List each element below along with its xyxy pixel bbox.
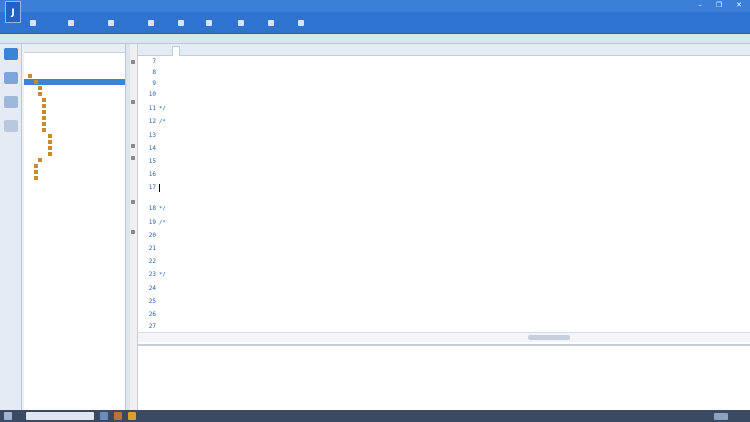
code-line: 11 */ — [148, 105, 166, 112]
debug-icon — [178, 20, 184, 26]
folder-icon — [34, 80, 38, 84]
code-line: 7 — [152, 58, 156, 65]
folder-icon — [28, 74, 32, 78]
secondary-toolbar — [0, 34, 750, 44]
title-bar: – ❐ ✕ — [0, 0, 750, 12]
folder-icon — [38, 86, 42, 90]
text-cursor — [159, 183, 160, 192]
code-line: 13 — [148, 132, 156, 139]
toolbar-open-button[interactable] — [68, 18, 76, 28]
app-logo-icon[interactable]: J — [5, 1, 21, 23]
code-line: 22 — [148, 258, 156, 265]
folder-icon — [38, 158, 42, 162]
left-tool-rail — [0, 44, 22, 410]
project-panel — [24, 44, 126, 410]
tools-icon — [238, 20, 244, 26]
code-line: 17 — [138, 183, 750, 193]
os-taskbar — [0, 410, 750, 422]
folder-icon — [38, 92, 42, 96]
taskbar-app-icon[interactable] — [114, 412, 122, 420]
toolbar-run-button[interactable] — [148, 18, 156, 28]
folder-icon — [42, 116, 46, 120]
console-panel — [137, 344, 750, 410]
code-editor[interactable]: 7 8 9 10 11 */ 12/* 13 14 15 16 17 18 */ 1… — [137, 44, 750, 344]
save-icon — [108, 20, 114, 26]
code-line: 24 — [148, 285, 156, 292]
toolbar-build-button[interactable] — [206, 18, 214, 28]
toolbar-help-button[interactable] — [298, 18, 306, 28]
file-icon — [48, 152, 52, 156]
folder-icon — [42, 110, 46, 114]
favorites-icon[interactable] — [4, 96, 18, 108]
folder-icon — [42, 128, 46, 132]
code-line: 20 — [148, 232, 156, 239]
panel-splitter[interactable] — [126, 44, 130, 410]
toolbar-tools-button[interactable] — [238, 18, 246, 28]
horizontal-scrollbar[interactable] — [138, 332, 750, 342]
taskbar-app-icon[interactable] — [100, 412, 108, 420]
code-line: 19/* — [148, 219, 166, 226]
project-panel-header — [24, 44, 125, 53]
folder-icon — [34, 176, 38, 180]
file-icon — [48, 134, 52, 138]
folder-icon — [34, 170, 38, 174]
code-line: 21 — [148, 245, 156, 252]
code-line: 26 — [148, 311, 156, 318]
folder-icon — [42, 122, 46, 126]
code-line: 27 — [148, 323, 156, 330]
close-button[interactable]: ✕ — [736, 1, 742, 9]
scrollbar-thumb[interactable] — [528, 335, 570, 340]
editor-tab[interactable] — [142, 46, 148, 56]
help-icon — [298, 20, 304, 26]
folder-icon — [42, 98, 46, 102]
code-line: 12/* — [148, 118, 166, 125]
code-line: 18 */ — [148, 205, 166, 212]
new-file-icon — [30, 20, 36, 26]
toolbar-save-button[interactable] — [108, 18, 116, 28]
window-controls: – ❐ ✕ — [698, 1, 742, 9]
fold-marker-icon[interactable] — [131, 100, 135, 104]
start-icon[interactable] — [4, 412, 12, 420]
file-icon — [48, 146, 52, 150]
code-area[interactable]: 7 8 9 10 11 */ 12/* 13 14 15 16 17 18 */ 1… — [138, 57, 750, 332]
fold-marker-icon[interactable] — [131, 230, 135, 234]
fold-marker-icon[interactable] — [131, 200, 135, 204]
taskbar-search-box[interactable] — [26, 412, 94, 420]
code-line: 14 — [148, 145, 156, 152]
run-icon — [148, 20, 154, 26]
project-view-icon[interactable] — [4, 48, 18, 60]
project-tree — [24, 53, 125, 181]
code-line: 10 — [148, 91, 156, 98]
file-icon — [48, 140, 52, 144]
tray-icon[interactable] — [714, 413, 728, 420]
fold-marker-icon[interactable] — [131, 156, 135, 160]
toolbar-new-button[interactable] — [30, 18, 38, 28]
folder-icon — [42, 104, 46, 108]
code-line: 15 — [148, 158, 156, 165]
bookmarks-icon[interactable] — [4, 120, 18, 132]
taskbar-app-icon[interactable] — [128, 412, 136, 420]
maximize-button[interactable]: ❐ — [716, 1, 722, 9]
toolbar-window-button[interactable] — [268, 18, 276, 28]
fold-marker-icon[interactable] — [131, 144, 135, 148]
structure-view-icon[interactable] — [4, 72, 18, 84]
window-icon — [268, 20, 274, 26]
fold-marker-icon[interactable] — [131, 60, 135, 64]
minimize-button[interactable]: – — [698, 1, 702, 9]
build-icon — [206, 20, 212, 26]
code-line: 8 — [152, 69, 156, 76]
toolbar-debug-button[interactable] — [178, 18, 186, 28]
code-line: 16 — [148, 171, 156, 178]
open-folder-icon — [68, 20, 74, 26]
code-line: 23 */ — [148, 271, 166, 278]
folder-icon — [34, 164, 38, 168]
main-toolbar — [0, 12, 750, 34]
editor-tabs — [138, 44, 750, 56]
code-line: 9 — [152, 80, 156, 87]
tree-item[interactable] — [24, 175, 125, 181]
gutter-markers — [131, 60, 135, 260]
editor-tab-active[interactable] — [172, 46, 180, 56]
code-line: 25 — [148, 298, 156, 305]
